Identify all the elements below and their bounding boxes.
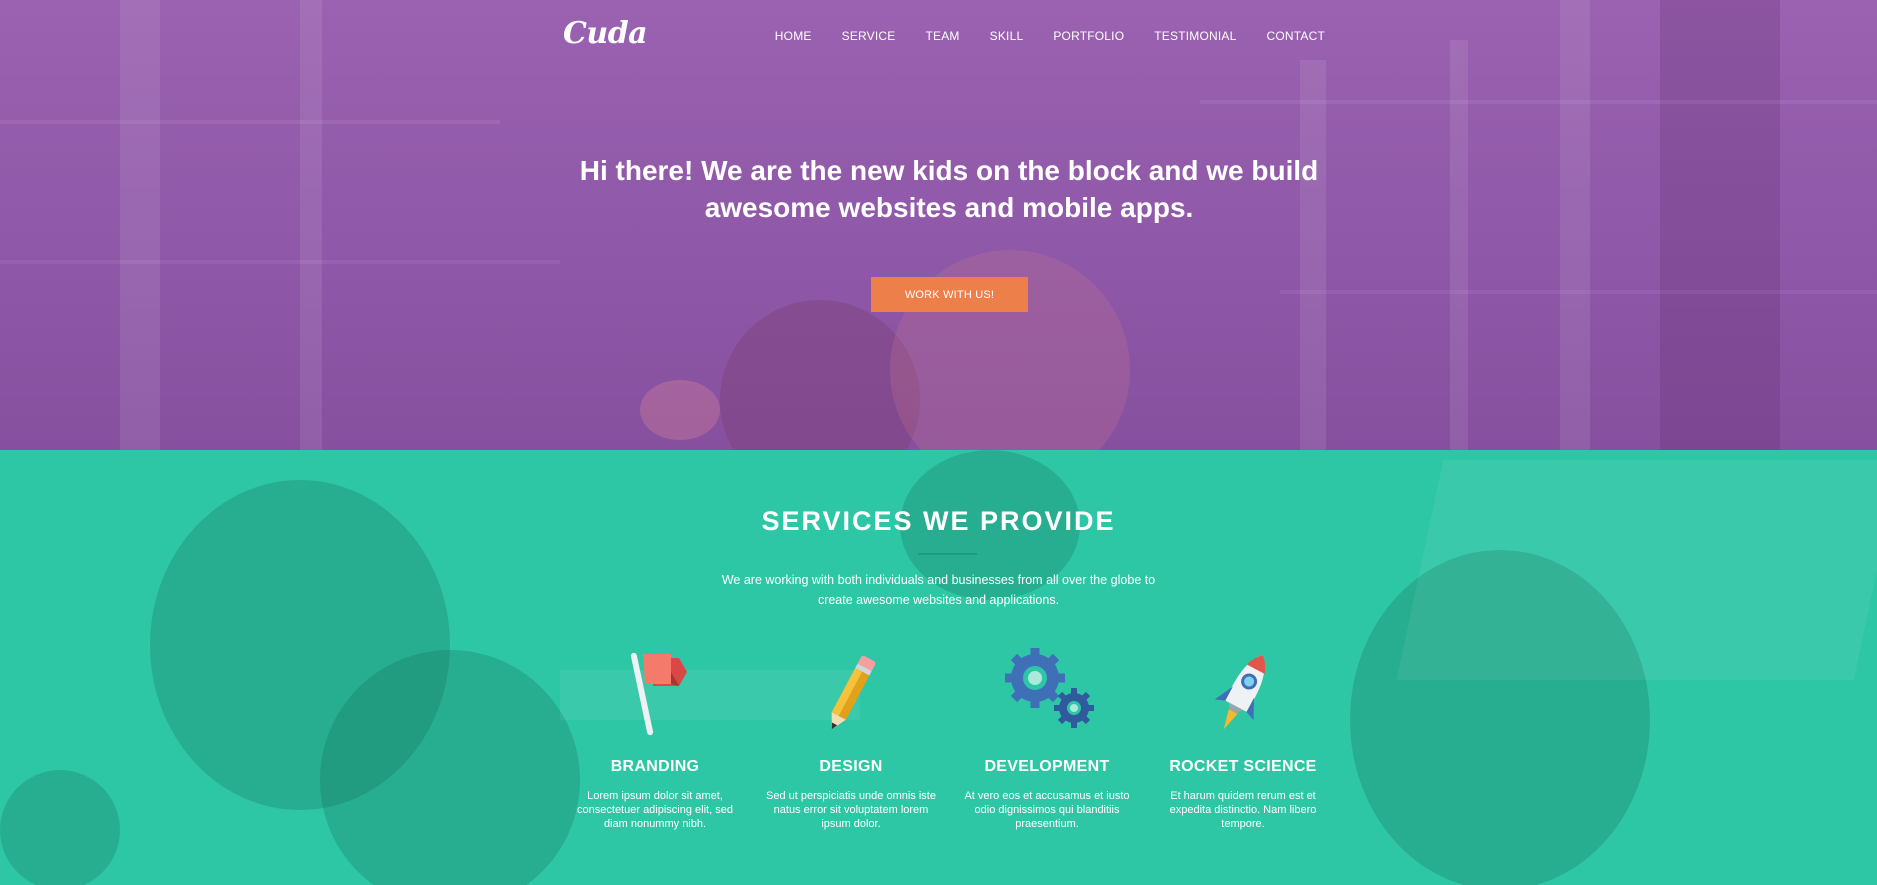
nav-home[interactable]: HOME <box>775 29 812 43</box>
service-item-design: DESIGN Sed ut perspiciatis unde omnis is… <box>761 648 941 831</box>
hero-title: Hi there! We are the new kids on the blo… <box>579 155 1319 223</box>
service-item-branding: BRANDING Lorem ipsum dolor sit amet, con… <box>565 648 745 831</box>
services-section: SERVICES WE PROVIDE We are working with … <box>0 450 1877 885</box>
hero-section: Cuda HOME SERVICE TEAM SKILL PORTFOLIO T… <box>0 0 1877 450</box>
service-desc: Et harum quidem rerum est et expedita di… <box>1169 790 1317 830</box>
service-name: DESIGN <box>819 758 883 775</box>
service-name: DEVELOPMENT <box>984 758 1110 775</box>
service-name: ROCKET SCIENCE <box>1169 758 1317 775</box>
logo[interactable]: Cuda <box>563 16 648 51</box>
title-divider <box>918 553 977 555</box>
nav-testimonial[interactable]: TESTIMONIAL <box>1154 29 1236 43</box>
service-desc: Sed ut perspiciatis unde omnis iste natu… <box>766 790 936 830</box>
flag-icon <box>630 652 687 736</box>
gears-icon <box>1005 648 1094 728</box>
rocket-icon <box>1214 655 1266 730</box>
service-desc: Lorem ipsum dolor sit amet, consectetuer… <box>577 790 733 830</box>
nav-team[interactable]: TEAM <box>925 29 959 43</box>
navbar: Cuda HOME SERVICE TEAM SKILL PORTFOLIO T… <box>0 0 1877 74</box>
pencil-icon <box>831 655 876 730</box>
services-title: SERVICES WE PROVIDE <box>761 506 1116 536</box>
nav-contact[interactable]: CONTACT <box>1266 29 1325 43</box>
nav-service[interactable]: SERVICE <box>842 29 896 43</box>
nav-skill[interactable]: SKILL <box>990 29 1024 43</box>
service-desc: At vero eos et accusamus et iusto odio d… <box>964 790 1130 830</box>
service-item-rocket-science: ROCKET SCIENCE Et harum quidem rerum est… <box>1153 648 1333 831</box>
main-nav: HOME SERVICE TEAM SKILL PORTFOLIO TESTIM… <box>745 29 1325 43</box>
service-name: BRANDING <box>610 758 700 775</box>
nav-portfolio[interactable]: PORTFOLIO <box>1053 29 1124 43</box>
work-with-us-button[interactable]: WORK WITH US! <box>871 277 1028 312</box>
services-subtitle: We are working with both individuals and… <box>721 573 1156 607</box>
service-item-development: DEVELOPMENT At vero eos et accusamus et … <box>957 648 1137 831</box>
